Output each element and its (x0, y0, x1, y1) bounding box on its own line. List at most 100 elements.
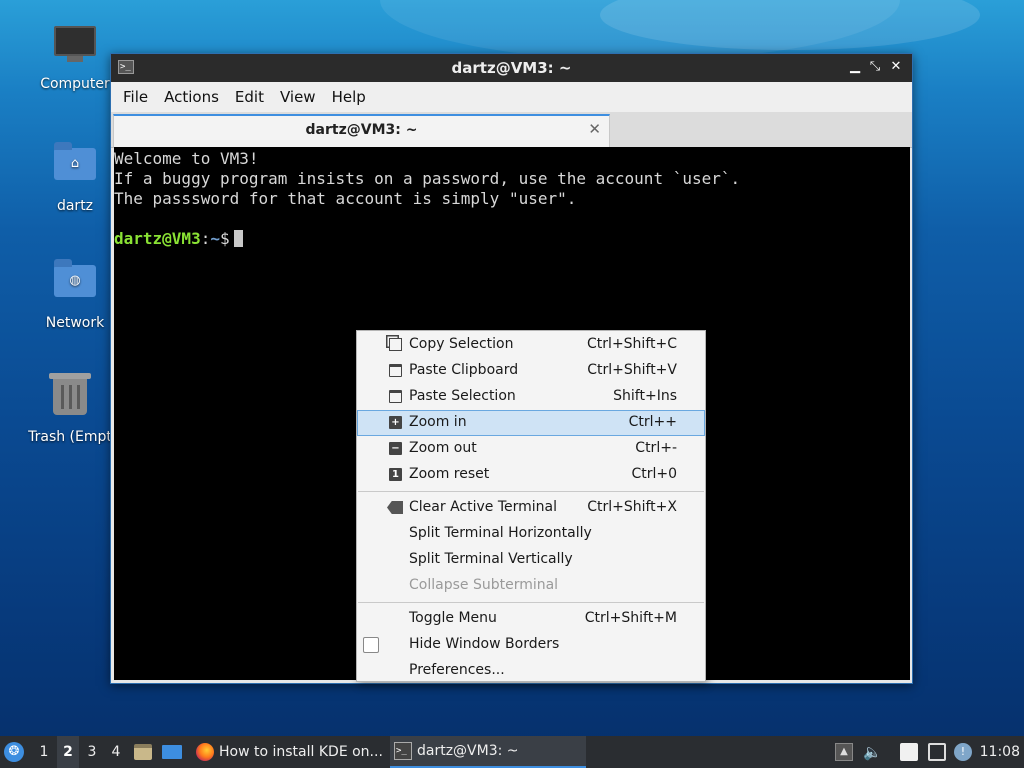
menu-item-split-horizontal[interactable]: Split Terminal Horizontally (357, 521, 705, 547)
menu-item-label: Paste Selection (409, 388, 516, 404)
menu-item-collapse-subterminal: Collapse Subterminal (357, 573, 705, 599)
menu-help[interactable]: Help (324, 88, 374, 106)
menu-item-shortcut: Ctrl+Shift+X (587, 499, 677, 515)
task-terminal[interactable]: >_ dartz@VM3: ~ (390, 736, 586, 768)
start-menu-button[interactable]: ❂ (4, 736, 28, 768)
prompt-user: dartz@VM3 (114, 229, 201, 248)
menu-actions[interactable]: Actions (156, 88, 227, 106)
terminal-prompt: dartz@VM3:~$ (114, 229, 910, 249)
zoom-reset-icon: 1 (389, 468, 402, 481)
menu-item-paste-selection[interactable]: Paste Selection Shift+Ins (357, 384, 705, 410)
trash-icon (48, 373, 92, 423)
desktop-icon-label: Trash (Empt (28, 429, 112, 445)
window-title: dartz@VM3: ~ (451, 59, 572, 77)
volume-icon[interactable]: 🔈 (863, 743, 882, 761)
close-icon[interactable]: ✕ (887, 58, 905, 76)
menu-item-label: Paste Clipboard (409, 362, 519, 378)
workspace-2[interactable]: 2 (57, 736, 79, 768)
menu-item-shortcut: Ctrl+Shift+V (587, 362, 677, 378)
terminal-line: If a buggy program insists on a password… (114, 169, 741, 188)
menu-item-zoom-out[interactable]: − Zoom out Ctrl+- (357, 436, 705, 462)
desktop-icon-network[interactable]: ◍ Network (29, 257, 121, 331)
workspace-1[interactable]: 1 (33, 736, 55, 768)
hide-borders-checkbox[interactable] (363, 637, 379, 653)
network-folder-icon: ◍ (53, 259, 97, 309)
desktop-icon-label: dartz (56, 198, 94, 214)
desktop-icon-home[interactable]: ⌂ dartz (29, 140, 121, 214)
text-cursor (233, 230, 243, 247)
clipboard-icon[interactable] (900, 743, 918, 761)
desktop-icon-trash[interactable]: Trash (Empt (25, 373, 115, 445)
lubuntu-logo-icon: ❂ (4, 742, 24, 762)
menu-item-shortcut: Ctrl+0 (631, 466, 677, 482)
update-notifier-icon[interactable]: ! (954, 743, 972, 761)
paste-icon (389, 390, 402, 403)
menu-item-label: Preferences... (409, 662, 505, 678)
prompt-symbol: $ (219, 229, 230, 248)
desktop-icon-label: Computer (40, 76, 110, 92)
menu-file[interactable]: File (115, 88, 156, 106)
prompt-path: ~ (210, 229, 220, 248)
menu-item-label: Zoom in (409, 414, 467, 430)
menu-item-paste-clipboard[interactable]: Paste Clipboard Ctrl+Shift+V (357, 358, 705, 384)
menu-item-shortcut: Ctrl+Shift+C (587, 336, 677, 352)
minimize-icon[interactable]: ▁ (846, 58, 864, 76)
menu-item-zoom-reset[interactable]: 1 Zoom reset Ctrl+0 (357, 462, 705, 488)
menu-item-label: Clear Active Terminal (409, 499, 557, 515)
menu-item-split-vertical[interactable]: Split Terminal Vertically (357, 547, 705, 573)
home-folder-icon: ⌂ (53, 142, 97, 192)
menu-item-shortcut: Ctrl+Shift+M (584, 610, 677, 626)
terminal-line: Welcome to VM3! (114, 149, 259, 168)
menu-item-label: Split Terminal Vertically (409, 551, 573, 567)
file-manager-launcher[interactable] (134, 736, 154, 768)
show-desktop-icon (162, 745, 182, 759)
menu-item-copy-selection[interactable]: Copy Selection Ctrl+Shift+C (357, 332, 705, 358)
menu-edit[interactable]: Edit (227, 88, 272, 106)
paste-icon (389, 364, 402, 377)
menu-view[interactable]: View (272, 88, 324, 106)
menu-item-label: Collapse Subterminal (409, 577, 559, 593)
terminal-icon: >_ (394, 742, 412, 760)
prompt-colon: : (200, 229, 211, 248)
title-bar[interactable]: >_ dartz@VM3: ~ ▁ ⤡ ✕ (111, 54, 912, 82)
workspace-3[interactable]: 3 (81, 736, 103, 768)
tab-bar: dartz@VM3: ~ ✕ (111, 112, 912, 148)
copy-icon (389, 338, 402, 351)
menu-separator (357, 599, 705, 606)
menu-item-preferences[interactable]: Preferences... (357, 658, 705, 684)
show-desktop-button[interactable] (162, 736, 184, 768)
computer-icon (53, 26, 97, 70)
zoom-out-icon: − (389, 442, 402, 455)
menu-item-label: Hide Window Borders (409, 636, 560, 652)
context-menu: Copy Selection Ctrl+Shift+C Paste Clipbo… (356, 330, 706, 682)
zoom-in-icon: + (389, 416, 402, 429)
task-firefox[interactable]: How to install KDE on... (192, 736, 386, 768)
terminal-tab[interactable]: dartz@VM3: ~ ✕ (113, 114, 610, 147)
menu-item-label: Copy Selection (409, 336, 514, 352)
menu-separator (357, 488, 705, 495)
taskbar: ❂ 1 2 3 4 How to install KDE on... >_ da… (0, 736, 1024, 768)
menu-item-shortcut: Ctrl+- (635, 440, 677, 456)
menu-item-toggle-menu[interactable]: Toggle Menu Ctrl+Shift+M (357, 606, 705, 632)
menu-item-label: Split Terminal Horizontally (409, 525, 592, 541)
terminal-line: The passsword for that account is simply… (114, 189, 577, 208)
menu-item-zoom-in[interactable]: + Zoom in Ctrl++ (357, 410, 705, 436)
workspace-4[interactable]: 4 (105, 736, 127, 768)
maximize-icon[interactable]: ⤡ (866, 58, 884, 76)
menu-item-label: Toggle Menu (409, 610, 497, 626)
menu-item-shortcut: Ctrl++ (628, 414, 677, 430)
firefox-icon (196, 743, 214, 761)
menu-item-hide-window-borders[interactable]: Hide Window Borders (357, 632, 705, 658)
desktop-icon-computer[interactable]: Computer (29, 22, 121, 92)
menu-bar: File Actions Edit View Help (111, 82, 912, 112)
menu-item-clear-terminal[interactable]: Clear Active Terminal Ctrl+Shift+X (357, 495, 705, 521)
clock[interactable]: 11:08 (980, 736, 1020, 768)
desktop-icon-label: Network (45, 315, 105, 331)
tray-up-icon[interactable]: ▲ (835, 743, 853, 761)
tab-close-icon[interactable]: ✕ (588, 120, 601, 138)
network-icon[interactable] (928, 743, 946, 761)
file-manager-icon (134, 744, 152, 760)
menu-item-shortcut: Shift+Ins (613, 388, 677, 404)
menu-item-label: Zoom out (409, 440, 477, 456)
